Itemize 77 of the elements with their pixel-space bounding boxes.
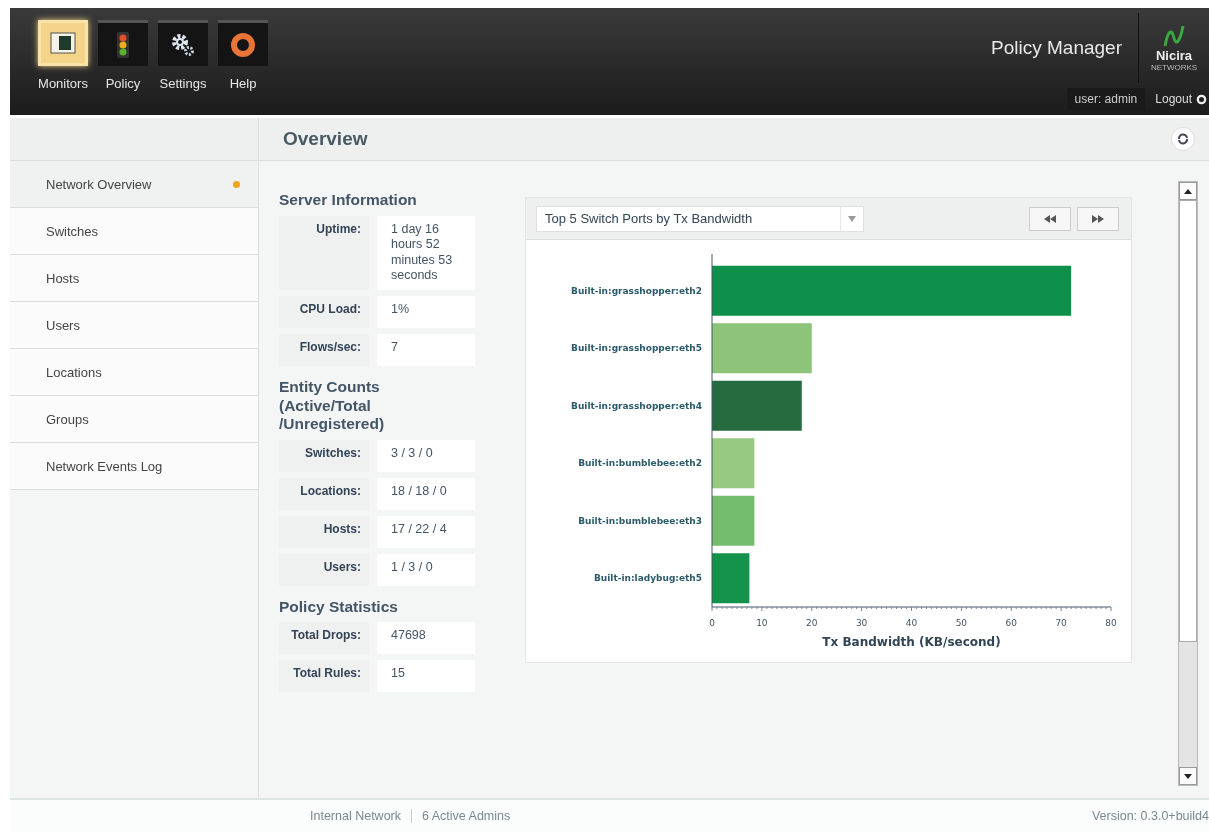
- sidebar-item[interactable]: Groups: [10, 396, 258, 443]
- logo: Nicira NETWORKS: [1138, 13, 1209, 83]
- tick-label: 40: [905, 618, 918, 628]
- field-value: 47698: [377, 622, 475, 655]
- scrollbar[interactable]: [1178, 181, 1198, 786]
- category-label: Built-in:grasshopper:eth4: [571, 400, 702, 411]
- tick-label: 0: [709, 618, 715, 628]
- field-label: Locations:: [279, 477, 369, 510]
- field-value: 3 / 3 / 0: [377, 439, 475, 472]
- tick-label: 50: [955, 618, 968, 628]
- tick-label: 70: [1055, 618, 1067, 628]
- previous-button[interactable]: [1029, 206, 1071, 231]
- field-label: Flows/sec:: [279, 334, 369, 367]
- power-icon: [1196, 93, 1207, 105]
- field-value: 17 / 22 / 4: [377, 515, 475, 548]
- user-label: user: admin: [1066, 88, 1146, 110]
- bar: [712, 438, 755, 489]
- fast-forward-icon: [1092, 214, 1104, 223]
- section-heading: Entity Counts (Active/Total /Unregistered): [279, 378, 386, 434]
- sidebar-item[interactable]: Locations: [10, 349, 258, 396]
- field-label: Uptime:: [279, 215, 369, 291]
- category-label: Built-in:bumblebee:eth3: [578, 515, 702, 526]
- scroll-down-icon: [1184, 773, 1192, 779]
- lifebuoy-icon: [230, 31, 256, 58]
- page-title: Overview: [283, 128, 368, 150]
- gears-icon: [170, 31, 196, 58]
- bar: [712, 553, 750, 604]
- tick-label: 80: [1105, 618, 1117, 628]
- window-icon: [50, 30, 76, 56]
- sidebar-item[interactable]: Network Overview: [10, 161, 258, 208]
- sidebar-item[interactable]: Network Events Log: [10, 443, 258, 490]
- tick-label: 60: [1005, 618, 1017, 628]
- field-label: Switches:: [279, 439, 369, 472]
- field-label: Hosts:: [279, 515, 369, 548]
- category-label: Built-in:grasshopper:eth2: [571, 285, 702, 296]
- sidebar-item[interactable]: Users: [10, 302, 258, 349]
- app-title: Policy Manager: [991, 37, 1123, 59]
- traffic-light-icon: [115, 30, 131, 59]
- category-label: Built-in:ladybug:eth5: [594, 573, 702, 584]
- nav-tab[interactable]: Settings: [158, 20, 208, 115]
- refresh-icon: [1177, 133, 1189, 145]
- version-label: Version: 0.3.0+build4: [1091, 809, 1209, 823]
- section-heading: Policy Statistics: [279, 597, 399, 617]
- field-value: 1%: [377, 296, 475, 329]
- field-value: 15: [377, 660, 475, 693]
- sidebar-item[interactable]: Switches: [10, 208, 258, 255]
- caret-icon: [848, 215, 856, 222]
- active-dot-icon: [233, 180, 240, 188]
- field-label: Users:: [279, 553, 369, 586]
- field-value: 1 / 3 / 0: [377, 553, 475, 586]
- rewind-icon: [1044, 214, 1056, 223]
- category-label: Built-in:bumblebee:eth2: [578, 458, 702, 469]
- nav-tab[interactable]: Policy: [98, 20, 148, 115]
- nav-tab[interactable]: Monitors: [38, 20, 88, 115]
- refresh-button[interactable]: [1171, 127, 1195, 151]
- tick-label: 10: [756, 618, 768, 628]
- tick-label: 30: [855, 618, 868, 628]
- bar: [712, 495, 755, 546]
- wave-icon: [1162, 24, 1186, 48]
- field-value: 18 / 18 / 0: [377, 477, 475, 510]
- sidebar-item[interactable]: Hosts: [10, 255, 258, 302]
- scroll-up-icon: [1184, 188, 1192, 194]
- nav-tab[interactable]: Help: [218, 20, 268, 115]
- field-label: Total Rules:: [279, 660, 369, 693]
- category-label: Built-in:grasshopper:eth5: [571, 343, 702, 354]
- axis-title: Tx Bandwidth (KB/second): [822, 635, 1001, 649]
- status-item: 6 Active Admins: [411, 809, 521, 823]
- logout-button[interactable]: Logout: [1155, 92, 1209, 106]
- status-item: Internal Network: [310, 809, 402, 823]
- chart-dropdown[interactable]: Top 5 Switch Ports by Tx Bandwidth: [536, 205, 864, 232]
- tick-label: 20: [806, 618, 818, 628]
- section-heading: Server Information: [279, 191, 418, 210]
- field-label: CPU Load:: [279, 296, 369, 329]
- field-value: 1 day 16 hours 52 minutes 53 seconds: [377, 215, 475, 291]
- field-label: Total Drops:: [279, 622, 369, 655]
- field-value: 7: [377, 334, 475, 367]
- next-button[interactable]: [1077, 206, 1119, 231]
